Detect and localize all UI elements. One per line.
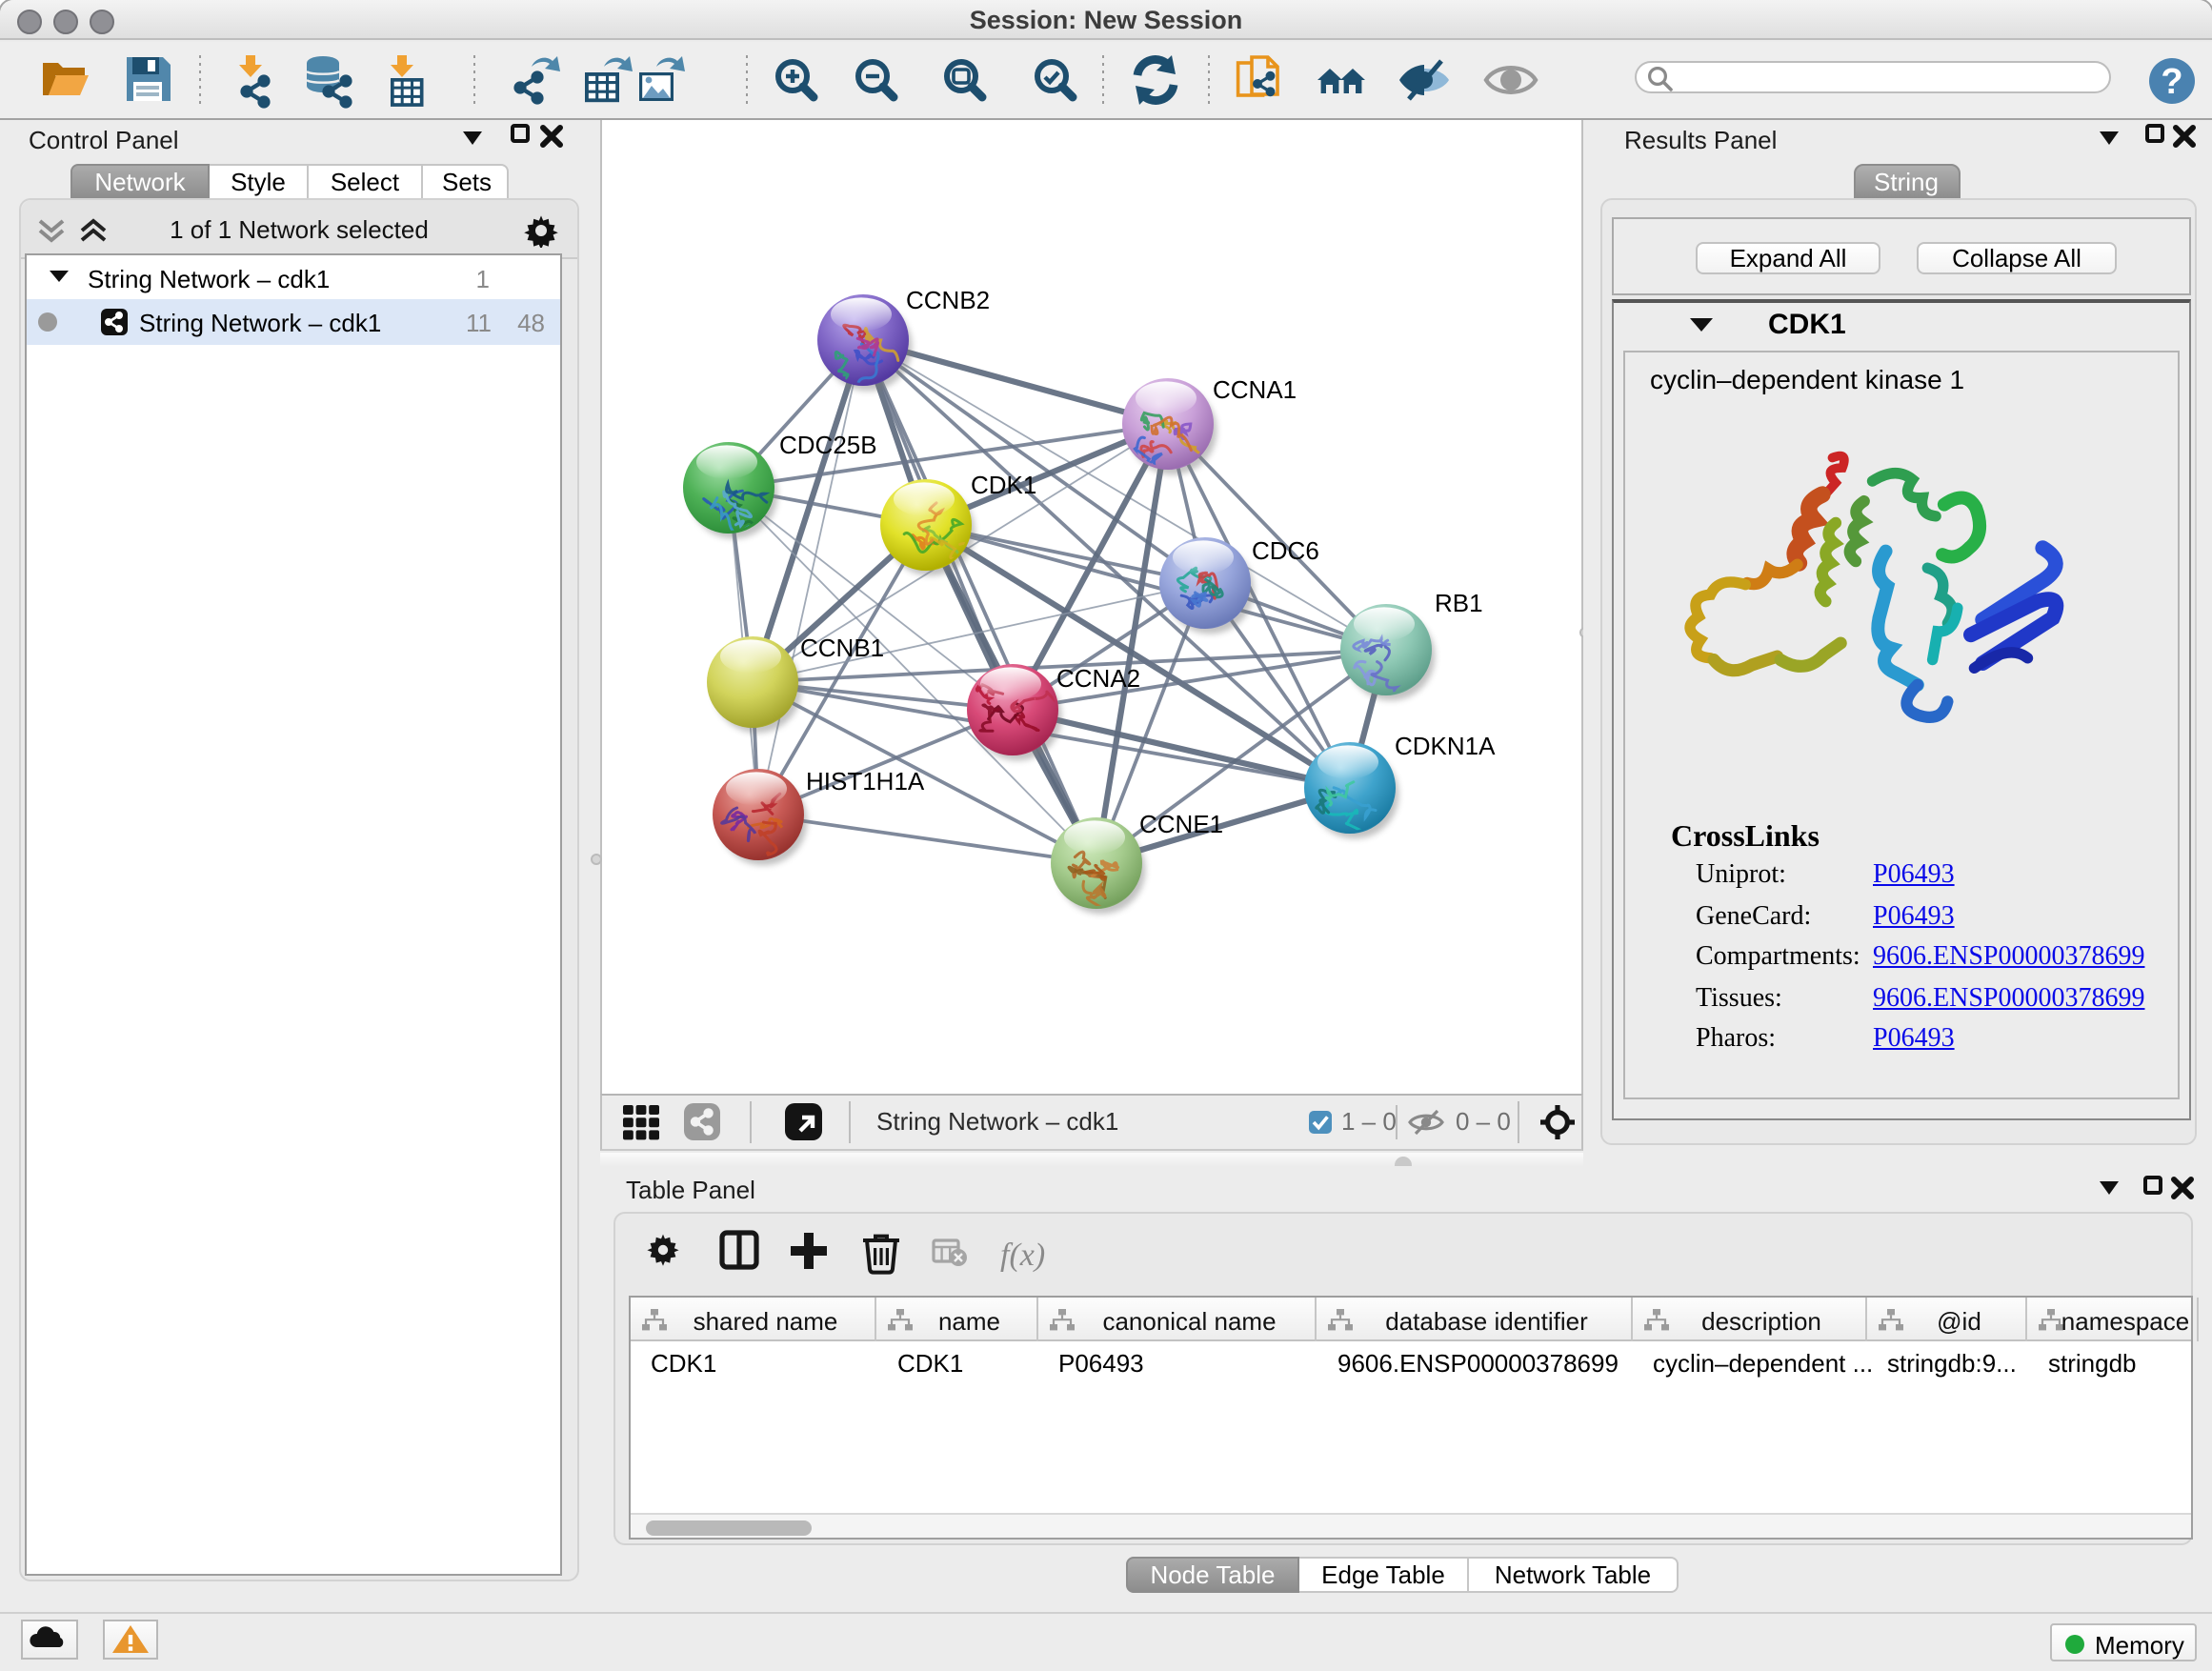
svg-text:CDC6: CDC6 [1252, 536, 1319, 565]
svg-text:?: ? [2161, 62, 2182, 102]
svg-text:CCNB1: CCNB1 [800, 634, 884, 662]
svg-text:CDKN1A: CDKN1A [1395, 732, 1496, 760]
svg-text:CDK1: CDK1 [971, 471, 1036, 499]
svg-text:CCNA1: CCNA1 [1213, 375, 1297, 404]
svg-text:CDC25B: CDC25B [779, 431, 877, 459]
svg-text:f(x): f(x) [999, 1238, 1044, 1273]
svg-text:0 – 0: 0 – 0 [1456, 1107, 1511, 1136]
svg-text:RB1: RB1 [1435, 589, 1483, 617]
svg-text:HIST1H1A: HIST1H1A [806, 767, 925, 795]
svg-text:CCNA2: CCNA2 [1056, 664, 1140, 693]
svg-text:CCNE1: CCNE1 [1139, 810, 1223, 838]
svg-text:String Network – cdk1: String Network – cdk1 [876, 1107, 1118, 1136]
svg-text:1 – 0: 1 – 0 [1341, 1107, 1397, 1136]
svg-text:CCNB2: CCNB2 [906, 286, 990, 314]
